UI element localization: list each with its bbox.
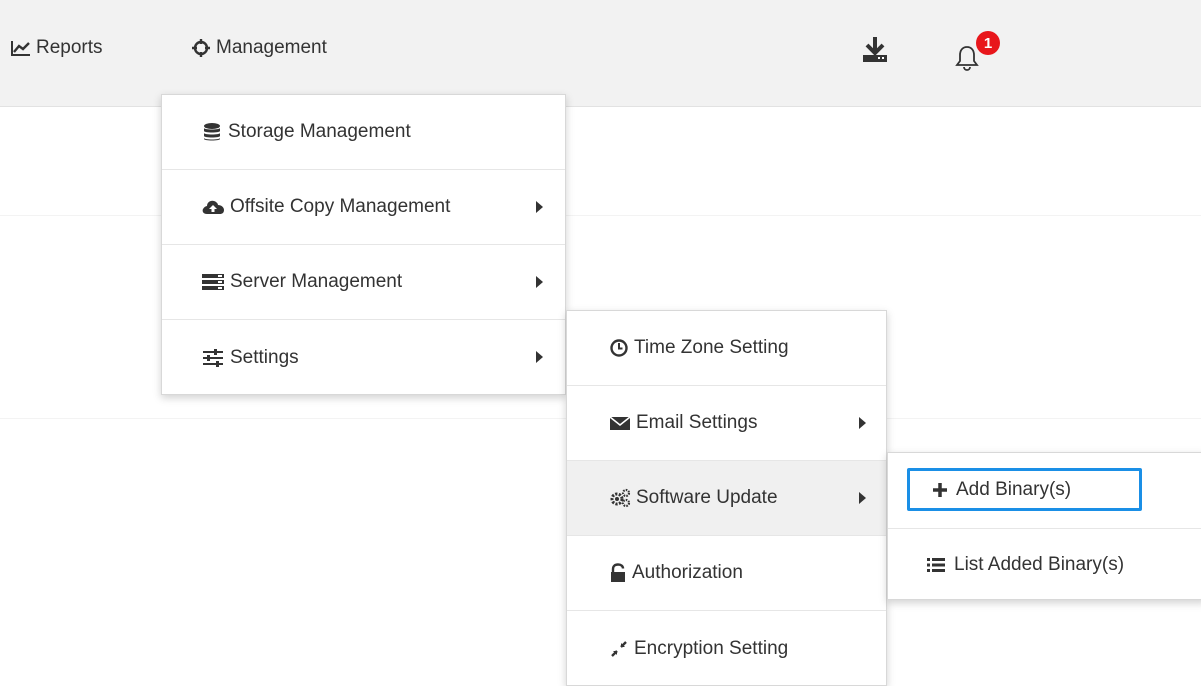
menu-item-label: Encryption Setting bbox=[634, 637, 789, 659]
bell-icon bbox=[955, 46, 979, 71]
notifications-button[interactable]: 1 bbox=[954, 31, 1004, 74]
unlock-icon bbox=[609, 563, 627, 583]
menu-item-label: Software Update bbox=[636, 487, 778, 508]
caret-right-icon bbox=[536, 351, 543, 363]
divider bbox=[0, 215, 161, 216]
menu-item-email-settings[interactable]: Email Settings bbox=[567, 386, 886, 461]
caret-right-icon bbox=[536, 276, 543, 288]
caret-right-icon bbox=[859, 417, 866, 429]
software-update-submenu: Add Binary(s) List Added Binary(s) bbox=[887, 452, 1201, 600]
nav-management-label: Management bbox=[216, 37, 327, 58]
divider bbox=[0, 418, 566, 419]
menu-item-offsite-copy-management[interactable]: Offsite Copy Management bbox=[162, 170, 565, 245]
compress-icon bbox=[609, 639, 629, 659]
menu-item-label: List Added Binary(s) bbox=[954, 554, 1125, 575]
server-icon bbox=[201, 272, 225, 292]
menu-item-label: Server Management bbox=[230, 271, 403, 292]
notification-count-badge: 1 bbox=[976, 31, 1000, 55]
nav-reports[interactable]: Reports bbox=[10, 34, 103, 62]
menu-item-authorization[interactable]: Authorization bbox=[567, 536, 886, 611]
menu-item-time-zone-setting[interactable]: Time Zone Setting bbox=[567, 311, 886, 386]
menu-item-server-management[interactable]: Server Management bbox=[162, 245, 565, 320]
cogs-icon bbox=[609, 488, 631, 508]
crosshair-icon bbox=[192, 39, 210, 57]
nav-reports-label: Reports bbox=[36, 37, 103, 58]
caret-right-icon bbox=[536, 201, 543, 213]
cloud-upload-icon bbox=[201, 197, 225, 217]
menu-item-software-update[interactable]: Software Update bbox=[567, 461, 886, 536]
database-icon bbox=[201, 122, 223, 142]
nav-management[interactable]: Management bbox=[190, 34, 327, 62]
envelope-icon bbox=[609, 414, 631, 432]
menu-item-storage-management[interactable]: Storage Management bbox=[162, 95, 565, 170]
menu-item-label: Offsite Copy Management bbox=[230, 196, 451, 217]
menu-item-settings[interactable]: Settings bbox=[162, 320, 565, 395]
menu-item-add-binary[interactable]: Add Binary(s) bbox=[907, 468, 1142, 511]
divider bbox=[887, 418, 1201, 419]
menu-item-label: Email Settings bbox=[636, 412, 758, 433]
menu-item-label: Authorization bbox=[632, 562, 743, 583]
divider bbox=[566, 215, 1201, 216]
caret-right-icon bbox=[859, 492, 866, 504]
management-dropdown-menu: Storage Management Offsite Copy Manageme… bbox=[161, 94, 566, 395]
menu-item-label: Settings bbox=[230, 346, 299, 368]
list-icon bbox=[927, 558, 945, 572]
line-chart-icon bbox=[11, 41, 30, 56]
clock-icon bbox=[609, 338, 629, 358]
menu-item-label: Add Binary(s) bbox=[956, 478, 1072, 500]
sliders-icon bbox=[201, 348, 225, 368]
top-navigation-bar: Reports Management 1 bbox=[0, 0, 1201, 107]
menu-item-label: Storage Management bbox=[228, 121, 411, 142]
menu-item-label: Time Zone Setting bbox=[634, 337, 789, 358]
menu-item-encryption-setting[interactable]: Encryption Setting bbox=[567, 611, 886, 686]
download-icon[interactable] bbox=[862, 36, 888, 69]
menu-item-list-added-binary[interactable]: List Added Binary(s) bbox=[888, 528, 1201, 601]
plus-icon bbox=[933, 482, 947, 497]
settings-submenu: Time Zone Setting Email Settings Softwar… bbox=[566, 310, 887, 686]
